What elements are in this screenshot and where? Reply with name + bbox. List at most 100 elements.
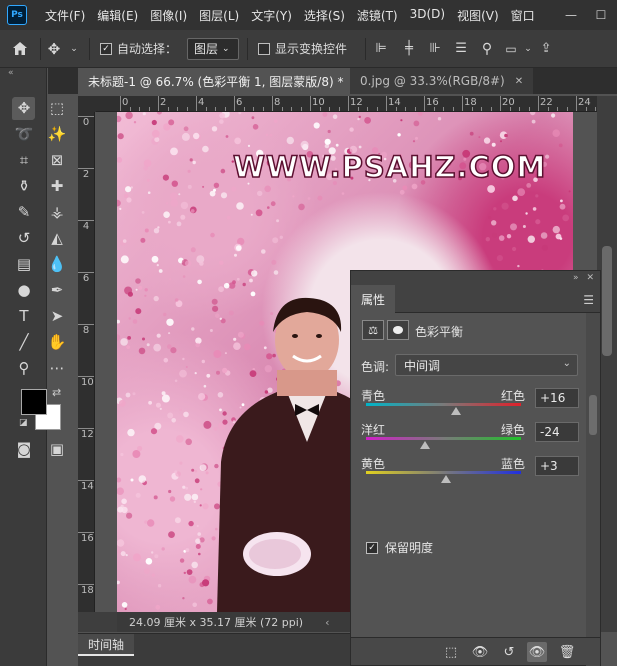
slider-thumb[interactable]	[419, 441, 430, 449]
align-center-icon[interactable]: ╪	[396, 41, 422, 56]
menu-item-8[interactable]: 视图(V)	[451, 7, 505, 24]
slider-track[interactable]	[366, 471, 521, 474]
tab-timeline[interactable]: 时间轴	[78, 634, 135, 656]
move-tool-icon[interactable]: ✥	[13, 97, 35, 119]
preserve-luminosity-label: 保留明度	[385, 541, 434, 555]
menu-item-6[interactable]: 滤镜(T)	[351, 7, 404, 24]
gradient-tool-icon[interactable]: ▤	[13, 253, 35, 275]
slider-value-input[interactable]: +3	[535, 456, 579, 476]
line-tool-icon[interactable]: ╱	[13, 331, 35, 353]
blur-tool-icon[interactable]: 💧	[46, 253, 68, 275]
lasso-tool-icon[interactable]: ➰	[13, 123, 35, 145]
ruler-tick	[167, 107, 169, 111]
eyedropper-tool-icon[interactable]: ⚱	[13, 175, 35, 197]
eraser-tool-icon[interactable]: ◭	[46, 227, 68, 249]
ruler-tick-label: 10	[81, 377, 94, 388]
ruler-tick	[566, 107, 568, 111]
reset-icon[interactable]: ↺	[499, 642, 519, 662]
frame-tool-icon[interactable]: ⊠	[46, 149, 68, 171]
delete-icon[interactable]: 🗑	[557, 642, 577, 662]
magic-wand-tool-icon[interactable]: ✨	[46, 123, 68, 145]
move-tool-icon[interactable]: ✥	[41, 40, 67, 58]
slider-track[interactable]	[366, 403, 521, 406]
tab-document-2[interactable]: 0.jpg @ 33.3%(RGB/8#) ✕	[350, 68, 534, 94]
status-bar: 24.09 厘米 x 35.17 厘米 (72 ppi) ‹	[117, 612, 350, 632]
maximize-button[interactable]: ☐	[587, 0, 615, 30]
menu-item-5[interactable]: 选择(S)	[298, 7, 351, 24]
color-balance-adjustment-icon[interactable]: ⚖	[362, 320, 384, 340]
ruler-tick-label: 2	[82, 169, 90, 180]
auto-select-checkbox[interactable]: ✓ 自动选择：	[100, 40, 177, 57]
tab-properties[interactable]: 属性	[351, 285, 396, 313]
slider-value-input[interactable]: +16	[535, 388, 579, 408]
slider-thumb[interactable]	[440, 475, 451, 483]
default-colors-icon[interactable]: ◪	[19, 418, 28, 428]
clip-to-layer-icon[interactable]: ⬚	[441, 642, 461, 662]
menu-item-1[interactable]: 编辑(E)	[91, 7, 144, 24]
photoshop-logo-icon[interactable]: Ps	[7, 5, 27, 25]
menu-item-7[interactable]: 3D(D)	[404, 7, 451, 24]
horizontal-ruler[interactable]: 0 2 4 6 8 10 12 14 16 18 20 22 24	[96, 96, 597, 112]
ruler-tick	[500, 96, 501, 111]
slider-value-input[interactable]: -24	[535, 422, 579, 442]
menu-item-0[interactable]: 文件(F)	[39, 7, 91, 24]
menu-item-2[interactable]: 图像(I)	[144, 7, 193, 24]
close-panel-icon[interactable]: ✕	[586, 273, 594, 283]
view-previous-state-icon[interactable]: 👁	[470, 642, 490, 662]
ruler-tick	[148, 107, 150, 111]
brush-tool-icon[interactable]: ✎	[13, 201, 35, 223]
ruler-tick	[528, 107, 530, 111]
tone-dropdown[interactable]: 中间调 ⌄	[395, 354, 578, 376]
ruler-tick	[433, 107, 435, 111]
ruler-tick	[471, 107, 473, 111]
scrollbar-thumb[interactable]	[602, 246, 612, 356]
auto-select-target-dropdown[interactable]: 图层 ⌄	[187, 37, 240, 60]
collapse-icon[interactable]: «	[0, 68, 47, 80]
slider-track[interactable]	[366, 437, 521, 440]
swap-colors-icon[interactable]: ⇄	[52, 386, 61, 399]
share-icon[interactable]: ⇪	[534, 41, 558, 56]
vertical-ruler[interactable]: 0 2 4 6 8 10 12 14 16 18	[78, 112, 95, 612]
quick-mask-icon[interactable]: ◙	[13, 438, 35, 460]
healing-brush-tool-icon[interactable]: ✚	[46, 175, 68, 197]
menu-item-9[interactable]: 窗口	[505, 7, 541, 24]
scrollbar-thumb[interactable]	[589, 395, 597, 435]
align-left-icon[interactable]: ⊫	[366, 41, 396, 56]
minimize-button[interactable]: —	[557, 0, 585, 30]
visibility-icon[interactable]: 👁	[527, 642, 547, 662]
status-arrow-icon[interactable]: ‹	[325, 616, 329, 629]
close-icon[interactable]: ✕	[515, 76, 523, 87]
chevron-down-icon[interactable]: ⌄	[67, 44, 81, 54]
panel-scrollbar[interactable]	[586, 313, 600, 666]
distribute-icon[interactable]: ☰	[448, 41, 474, 56]
clone-stamp-tool-icon[interactable]: ⚶	[46, 201, 68, 223]
align-right-icon[interactable]: ⊪	[422, 41, 448, 56]
preserve-luminosity-checkbox[interactable]: ✓ 保留明度	[366, 539, 433, 556]
chevron-down-icon: ⌄	[222, 43, 230, 54]
menu-item-4[interactable]: 文字(Y)	[245, 7, 298, 24]
home-icon[interactable]	[0, 41, 40, 56]
workspace-icon[interactable]: ▭	[500, 42, 522, 56]
hand-tool-icon[interactable]: ✋	[46, 331, 68, 353]
rect-marquee-tool-icon[interactable]: ⬚	[46, 97, 68, 119]
tab-document-1[interactable]: 未标题-1 @ 66.7% (色彩平衡 1, 图层蒙版/8) * ✕	[78, 68, 372, 94]
more-tools-icon[interactable]: ⋯	[46, 357, 68, 379]
history-brush-tool-icon[interactable]: ↺	[13, 227, 35, 249]
show-transform-checkbox[interactable]: 显示变换控件	[258, 40, 347, 57]
zoom-tool-icon[interactable]: ⚲	[13, 357, 35, 379]
dodge-tool-icon[interactable]: ●	[13, 279, 35, 301]
crop-tool-icon[interactable]: ⌗	[13, 149, 35, 171]
collapse-panel-icon[interactable]: »	[573, 273, 579, 283]
pen-tool-icon[interactable]: ✒	[46, 279, 68, 301]
slider-thumb[interactable]	[450, 407, 461, 415]
screen-mode-icon[interactable]: ▣	[46, 438, 68, 460]
ruler-tick	[519, 107, 520, 111]
type-tool-icon[interactable]: T	[13, 305, 35, 327]
layer-mask-icon[interactable]	[387, 320, 409, 340]
foreground-color-swatch[interactable]	[21, 389, 47, 415]
menu-item-3[interactable]: 图层(L)	[193, 7, 245, 24]
chevron-down-icon[interactable]: ⌄	[522, 44, 534, 54]
path-selection-tool-icon[interactable]: ➤	[46, 305, 68, 327]
panel-menu-icon[interactable]: ☰	[583, 293, 594, 307]
search-icon[interactable]: ⚲	[474, 41, 500, 57]
